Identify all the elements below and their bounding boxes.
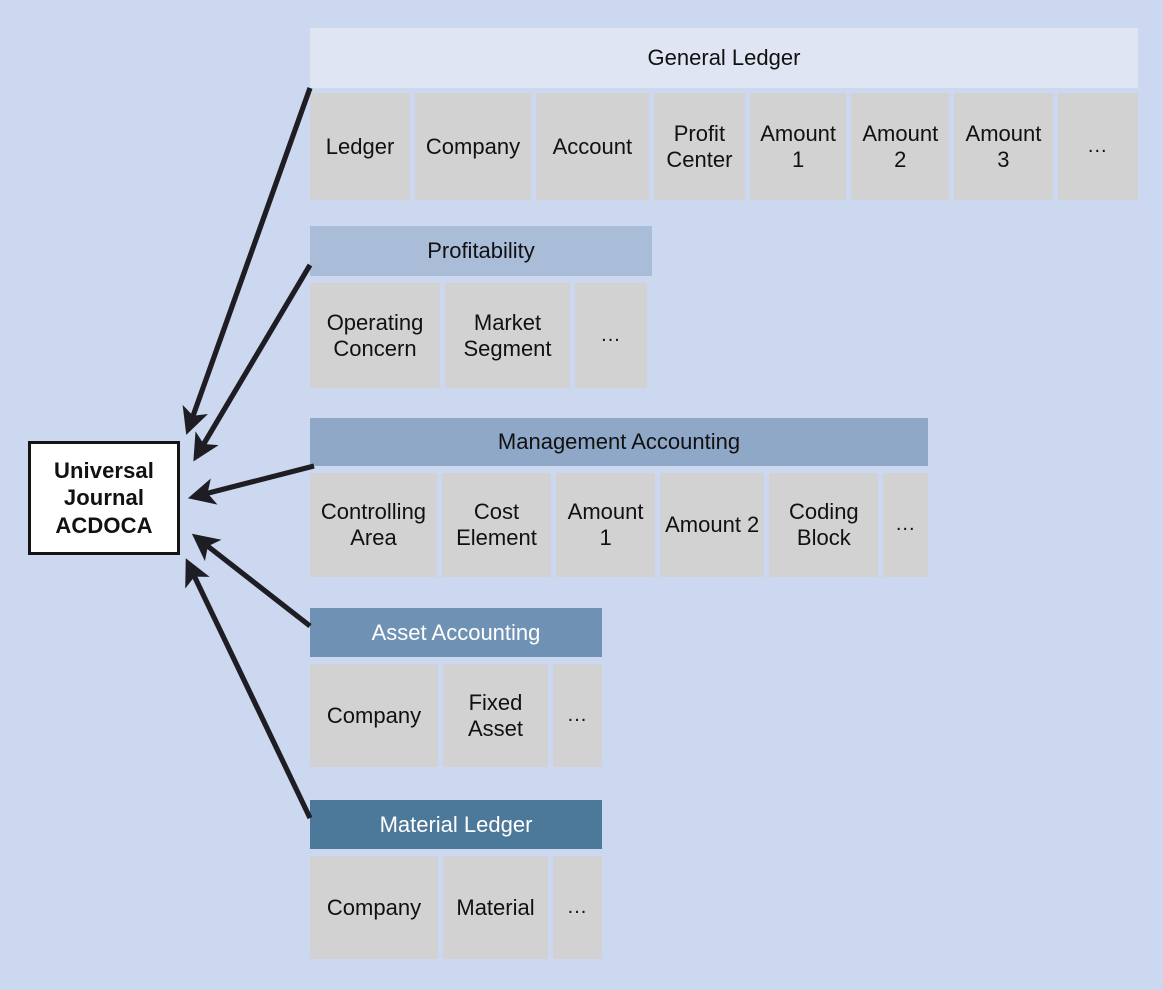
cell-material-company: Company xyxy=(310,856,438,959)
block-asset-accounting[interactable]: Asset Accounting Company Fixed Asset ... xyxy=(310,608,602,767)
cell-ma-amount-2: Amount 2 xyxy=(660,473,765,577)
block-general-ledger-header: General Ledger xyxy=(310,28,1138,88)
cell-more-profitability: ... xyxy=(575,283,647,388)
arrow-general-ledger-to-universal-journal xyxy=(182,87,313,435)
cell-amount-2: Amount 2 xyxy=(851,93,950,200)
cell-asset-company: Company xyxy=(310,664,438,767)
cell-company: Company xyxy=(415,93,531,200)
cell-more-asset-accounting: ... xyxy=(553,664,602,767)
cell-amount-3: Amount 3 xyxy=(954,93,1053,200)
arrow-management-accounting-to-universal-journal xyxy=(187,463,315,505)
block-profitability[interactable]: Profitability Operating Concern Market S… xyxy=(310,226,652,388)
block-management-accounting[interactable]: Management Accounting Controlling Area C… xyxy=(310,418,929,577)
cell-account: Account xyxy=(535,93,649,200)
diagram-canvas: Universal Journal ACDOCA General Ledger … xyxy=(0,0,1163,990)
universal-journal-line-2: Journal xyxy=(63,485,145,511)
cell-ledger: Ledger xyxy=(310,93,411,200)
cell-operating-concern: Operating Concern xyxy=(310,283,440,388)
universal-journal-line-1: Universal xyxy=(54,458,154,484)
cell-amount-1: Amount 1 xyxy=(750,93,847,200)
cell-fixed-asset: Fixed Asset xyxy=(443,664,548,767)
universal-journal-node[interactable]: Universal Journal ACDOCA xyxy=(28,441,180,555)
universal-journal-line-3: ACDOCA xyxy=(55,512,153,538)
arrow-material-ledger-to-universal-journal xyxy=(185,558,313,820)
cell-coding-block: Coding Block xyxy=(769,473,879,577)
block-profitability-cells: Operating Concern Market Segment ... xyxy=(310,283,652,388)
cell-controlling-area: Controlling Area xyxy=(310,473,437,577)
cell-ma-amount-1: Amount 1 xyxy=(556,473,656,577)
block-asset-accounting-cells: Company Fixed Asset ... xyxy=(310,664,602,767)
block-general-ledger[interactable]: General Ledger Ledger Company Account Pr… xyxy=(310,28,1138,200)
cell-cost-element: Cost Element xyxy=(441,473,551,577)
block-material-ledger-cells: Company Material ... xyxy=(310,856,602,959)
block-asset-accounting-header: Asset Accounting xyxy=(310,608,602,657)
cell-material: Material xyxy=(443,856,548,959)
cell-profit-center: Profit Center xyxy=(653,93,746,200)
arrow-asset-accounting-to-universal-journal xyxy=(191,533,312,629)
block-material-ledger-header: Material Ledger xyxy=(310,800,602,849)
cell-more-general-ledger: ... xyxy=(1057,93,1138,200)
cell-market-segment: Market Segment xyxy=(445,283,570,388)
cell-more-management-accounting: ... xyxy=(883,473,929,577)
block-profitability-header: Profitability xyxy=(310,226,652,276)
arrow-profitability-to-universal-journal xyxy=(193,263,313,462)
cell-more-material-ledger: ... xyxy=(553,856,602,959)
block-management-accounting-cells: Controlling Area Cost Element Amount 1 A… xyxy=(310,473,929,577)
block-general-ledger-cells: Ledger Company Account Profit Center Amo… xyxy=(310,93,1138,200)
block-material-ledger[interactable]: Material Ledger Company Material ... xyxy=(310,800,602,959)
block-management-accounting-header: Management Accounting xyxy=(310,418,928,466)
